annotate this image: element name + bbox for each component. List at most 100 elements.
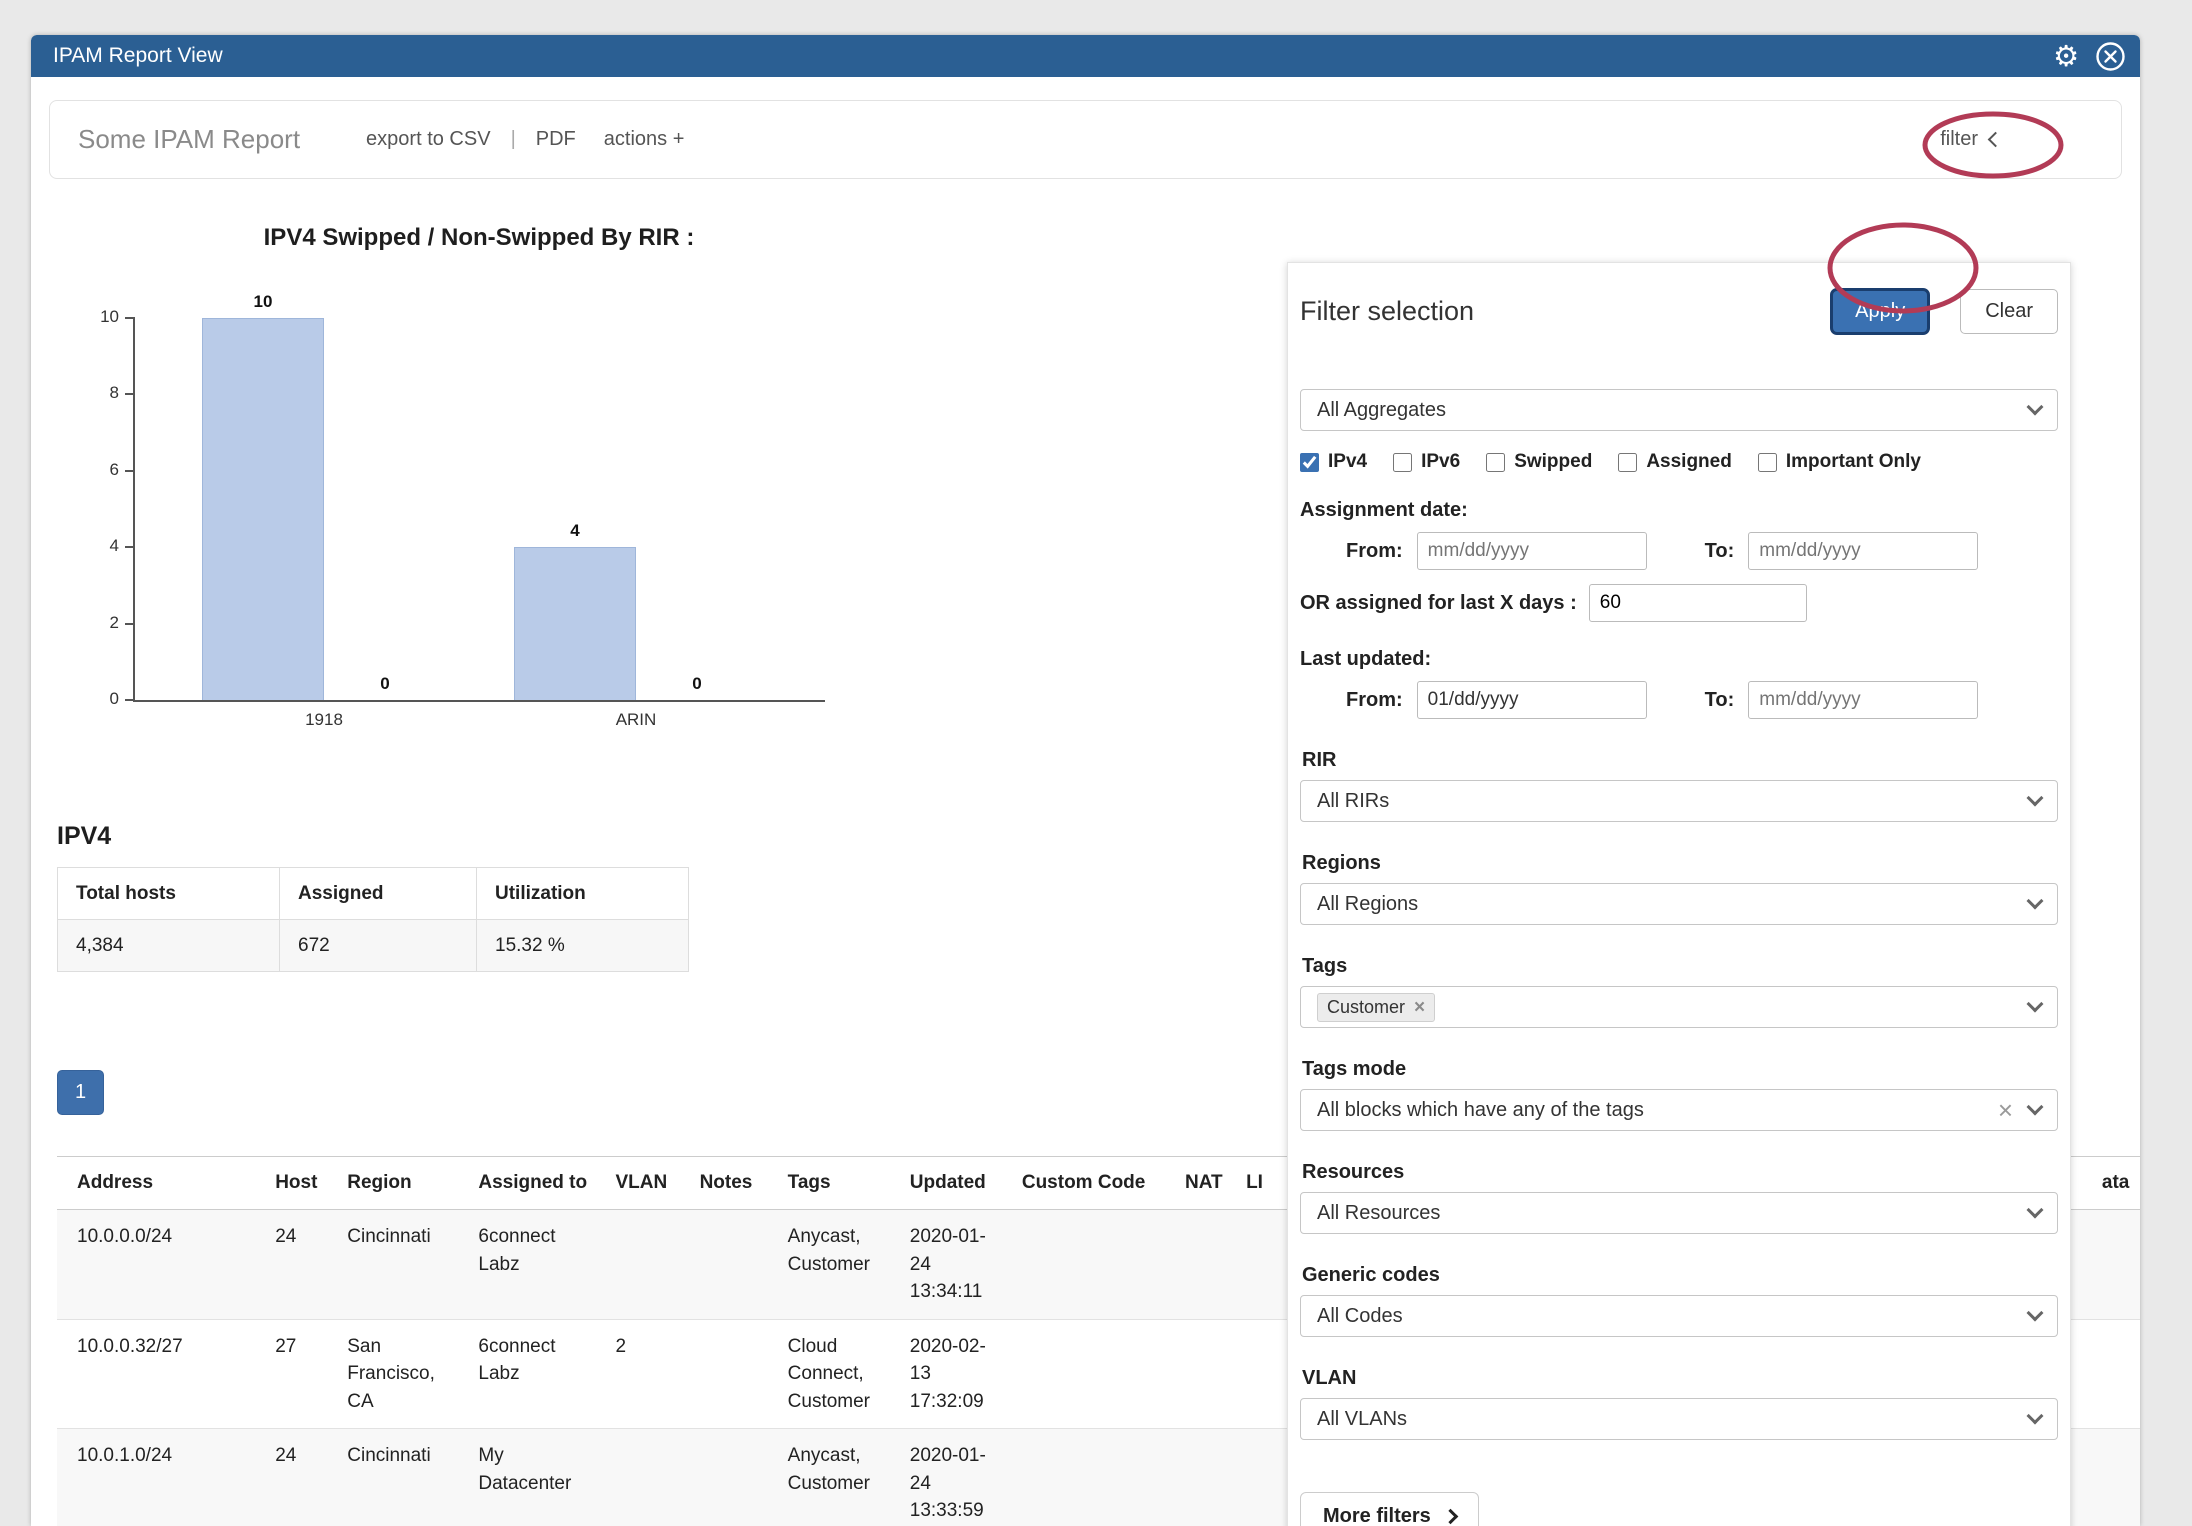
rir-label: RIR — [1302, 749, 2058, 772]
checkbox-swipped-label: Swipped — [1514, 451, 1592, 473]
resources-label: Resources — [1302, 1161, 2058, 1184]
cell-address[interactable]: 10.0.1.0/24 — [57, 1429, 255, 1526]
bar-ARIN-Swipped — [514, 547, 636, 700]
bar-value-label: 4 — [514, 521, 636, 541]
last-updated-to-label: To: — [1705, 689, 1735, 712]
cell-region: San Francisco, CA — [327, 1319, 458, 1429]
pagination-page-1[interactable]: 1 — [57, 1070, 104, 1115]
regions-label: Regions — [1302, 852, 2058, 875]
cell-vlan — [596, 1429, 680, 1526]
column-header-vlan[interactable]: VLAN — [596, 1157, 680, 1210]
gear-icon[interactable]: ⚙ — [2053, 42, 2079, 71]
remove-tag-icon[interactable]: × — [1414, 998, 1425, 1017]
clear-button[interactable]: Clear — [1960, 289, 2058, 334]
checkbox-swipped-input[interactable] — [1486, 453, 1505, 472]
y-axis-tick-label: 6 — [87, 460, 119, 480]
last-updated-row: From: To: — [1346, 681, 2058, 719]
y-axis-tick-label: 0 — [87, 689, 119, 709]
column-header-custom-code[interactable]: Custom Code — [1002, 1157, 1165, 1210]
generic-codes-label: Generic codes — [1302, 1264, 2058, 1287]
column-header-updated[interactable]: Updated — [890, 1157, 1002, 1210]
last-updated-to-input[interactable] — [1748, 681, 1978, 719]
chevron-down-icon — [2027, 995, 2044, 1012]
aggregates-select[interactable]: All Aggregates — [1300, 389, 2058, 431]
column-header-nat[interactable]: NAT — [1165, 1157, 1226, 1210]
export-csv-link[interactable]: export to CSV — [366, 128, 491, 151]
filter-toggle[interactable]: filter — [1940, 128, 2001, 151]
chevron-left-icon — [1988, 132, 2004, 148]
ipam-report-window: IPAM Report View ⚙ Some IPAM Report expo… — [31, 35, 2140, 1526]
tags-mode-select[interactable]: All blocks which have any of the tags × — [1300, 1089, 2058, 1131]
checkbox-important-only-input[interactable] — [1758, 453, 1777, 472]
cell-partial — [2082, 1210, 2140, 1320]
bar-1918-Swipped — [202, 318, 324, 700]
checkbox-assigned-input[interactable] — [1618, 453, 1637, 472]
y-axis-tick-label: 8 — [87, 383, 119, 403]
assignment-to-label: To: — [1705, 540, 1735, 563]
toolbar-separator: | — [511, 128, 516, 151]
clear-selection-icon[interactable]: × — [1998, 1097, 2013, 1123]
cell-host: 24 — [255, 1429, 327, 1526]
window-titlebar: IPAM Report View ⚙ — [31, 35, 2140, 77]
checkbox-important-only[interactable]: Important Only — [1758, 451, 1921, 473]
vlan-select[interactable]: All VLANs — [1300, 1398, 2058, 1440]
column-header-partial[interactable]: ata — [2082, 1157, 2140, 1210]
tags-mode-label: Tags mode — [1302, 1058, 2058, 1081]
filter-panel-header: Filter selection Apply Clear — [1300, 288, 2058, 335]
cell-assigned-to: 6connect Labz — [458, 1319, 595, 1429]
column-header-host[interactable]: Host — [255, 1157, 327, 1210]
checkbox-assigned[interactable]: Assigned — [1618, 451, 1732, 473]
assignment-date-row: From: To: — [1346, 532, 2058, 570]
last-updated-label: Last updated: — [1300, 648, 2058, 671]
cell-host: 27 — [255, 1319, 327, 1429]
cell-host: 24 — [255, 1210, 327, 1320]
tags-select[interactable]: Customer × — [1300, 986, 2058, 1028]
cell-tags: Anycast, Customer — [768, 1429, 890, 1526]
assignment-from-input[interactable] — [1417, 532, 1647, 570]
checkbox-ipv6-input[interactable] — [1393, 453, 1412, 472]
bar-value-label: 10 — [202, 292, 324, 312]
generic-codes-select-value: All Codes — [1317, 1305, 1403, 1328]
rir-select[interactable]: All RIRs — [1300, 780, 2058, 822]
resources-select-value: All Resources — [1317, 1202, 1440, 1225]
cell-address[interactable]: 10.0.0.32/27 — [57, 1319, 255, 1429]
chevron-down-icon — [2027, 398, 2044, 415]
report-toolbar: Some IPAM Report export to CSV | PDF act… — [49, 100, 2122, 179]
checkbox-ipv6-label: IPv6 — [1421, 451, 1460, 473]
tags-mode-select-value: All blocks which have any of the tags — [1317, 1099, 1644, 1122]
assigned-last-days-input[interactable] — [1589, 584, 1807, 622]
content-area: IPV4 Swipped / Non-Swipped By RIR : 0246… — [31, 224, 2140, 1526]
resources-select[interactable]: All Resources — [1300, 1192, 2058, 1234]
column-header-assigned-to[interactable]: Assigned to — [458, 1157, 595, 1210]
tag-chip-label: Customer — [1327, 997, 1405, 1018]
cell-updated: 2020-02-13 17:32:09 — [890, 1319, 1002, 1429]
export-pdf-link[interactable]: PDF — [536, 128, 576, 151]
column-header-tags[interactable]: Tags — [768, 1157, 890, 1210]
close-icon[interactable] — [2095, 41, 2126, 72]
cell-notes — [680, 1210, 768, 1320]
actions-menu[interactable]: actions + — [604, 128, 685, 151]
y-axis-tick-mark — [125, 393, 135, 395]
chevron-down-icon — [2027, 1407, 2044, 1424]
generic-codes-select[interactable]: All Codes — [1300, 1295, 2058, 1337]
assignment-to-input[interactable] — [1748, 532, 1978, 570]
checkbox-ipv4[interactable]: IPv4 — [1300, 451, 1367, 473]
assigned-last-days-label: OR assigned for last X days : — [1300, 592, 1577, 615]
more-filters-button[interactable]: More filters — [1300, 1492, 1479, 1526]
last-updated-from-input[interactable] — [1417, 681, 1647, 719]
assignment-from-label: From: — [1346, 540, 1403, 563]
summary-cell: 15.32 % — [477, 920, 689, 972]
y-axis-tick-mark — [125, 623, 135, 625]
apply-button[interactable]: Apply — [1830, 288, 1930, 335]
column-header-notes[interactable]: Notes — [680, 1157, 768, 1210]
cell-address[interactable]: 10.0.0.0/24 — [57, 1210, 255, 1320]
checkbox-ipv4-input[interactable] — [1300, 453, 1319, 472]
checkbox-ipv6[interactable]: IPv6 — [1393, 451, 1460, 473]
column-header-address[interactable]: Address — [57, 1157, 255, 1210]
column-header-region[interactable]: Region — [327, 1157, 458, 1210]
regions-select[interactable]: All Regions — [1300, 883, 2058, 925]
checkbox-swipped[interactable]: Swipped — [1486, 451, 1592, 473]
chevron-down-icon — [2027, 1201, 2044, 1218]
window-title: IPAM Report View — [53, 44, 223, 68]
aggregates-select-value: All Aggregates — [1317, 399, 1446, 422]
